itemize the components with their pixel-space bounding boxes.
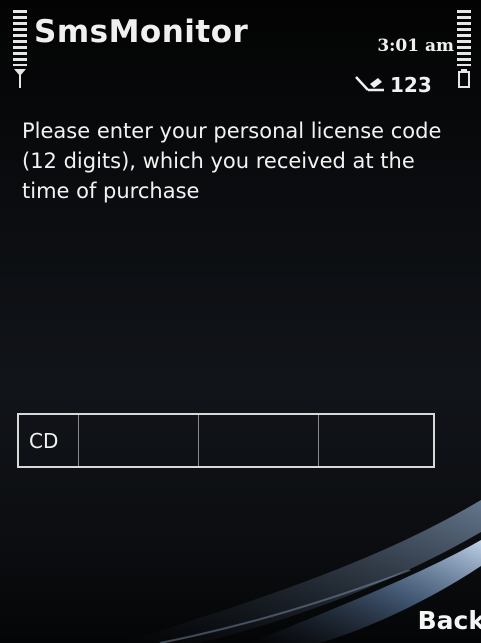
antenna-icon	[14, 69, 26, 88]
battery-icon	[458, 69, 470, 88]
license-prompt: Please enter your personal license code …	[22, 119, 442, 203]
license-segment-1[interactable]	[79, 415, 199, 466]
license-segment-3[interactable]	[319, 415, 433, 466]
back-softkey[interactable]: Back	[418, 606, 481, 635]
license-segment-2[interactable]	[199, 415, 319, 466]
app-title: SmsMonitor	[34, 14, 249, 50]
screen: SmsMonitor 3:01 am 123 Please enter your…	[0, 0, 481, 643]
license-code-field[interactable]: CD	[17, 413, 435, 468]
license-prefix: CD	[19, 415, 79, 466]
battery-level-bars	[457, 10, 471, 66]
input-mode-label: 123	[390, 73, 432, 97]
input-mode-indicator: 123	[354, 72, 432, 98]
pencil-icon	[355, 76, 384, 92]
clock: 3:01 am	[377, 36, 454, 56]
signal-strength-bars	[13, 10, 27, 66]
